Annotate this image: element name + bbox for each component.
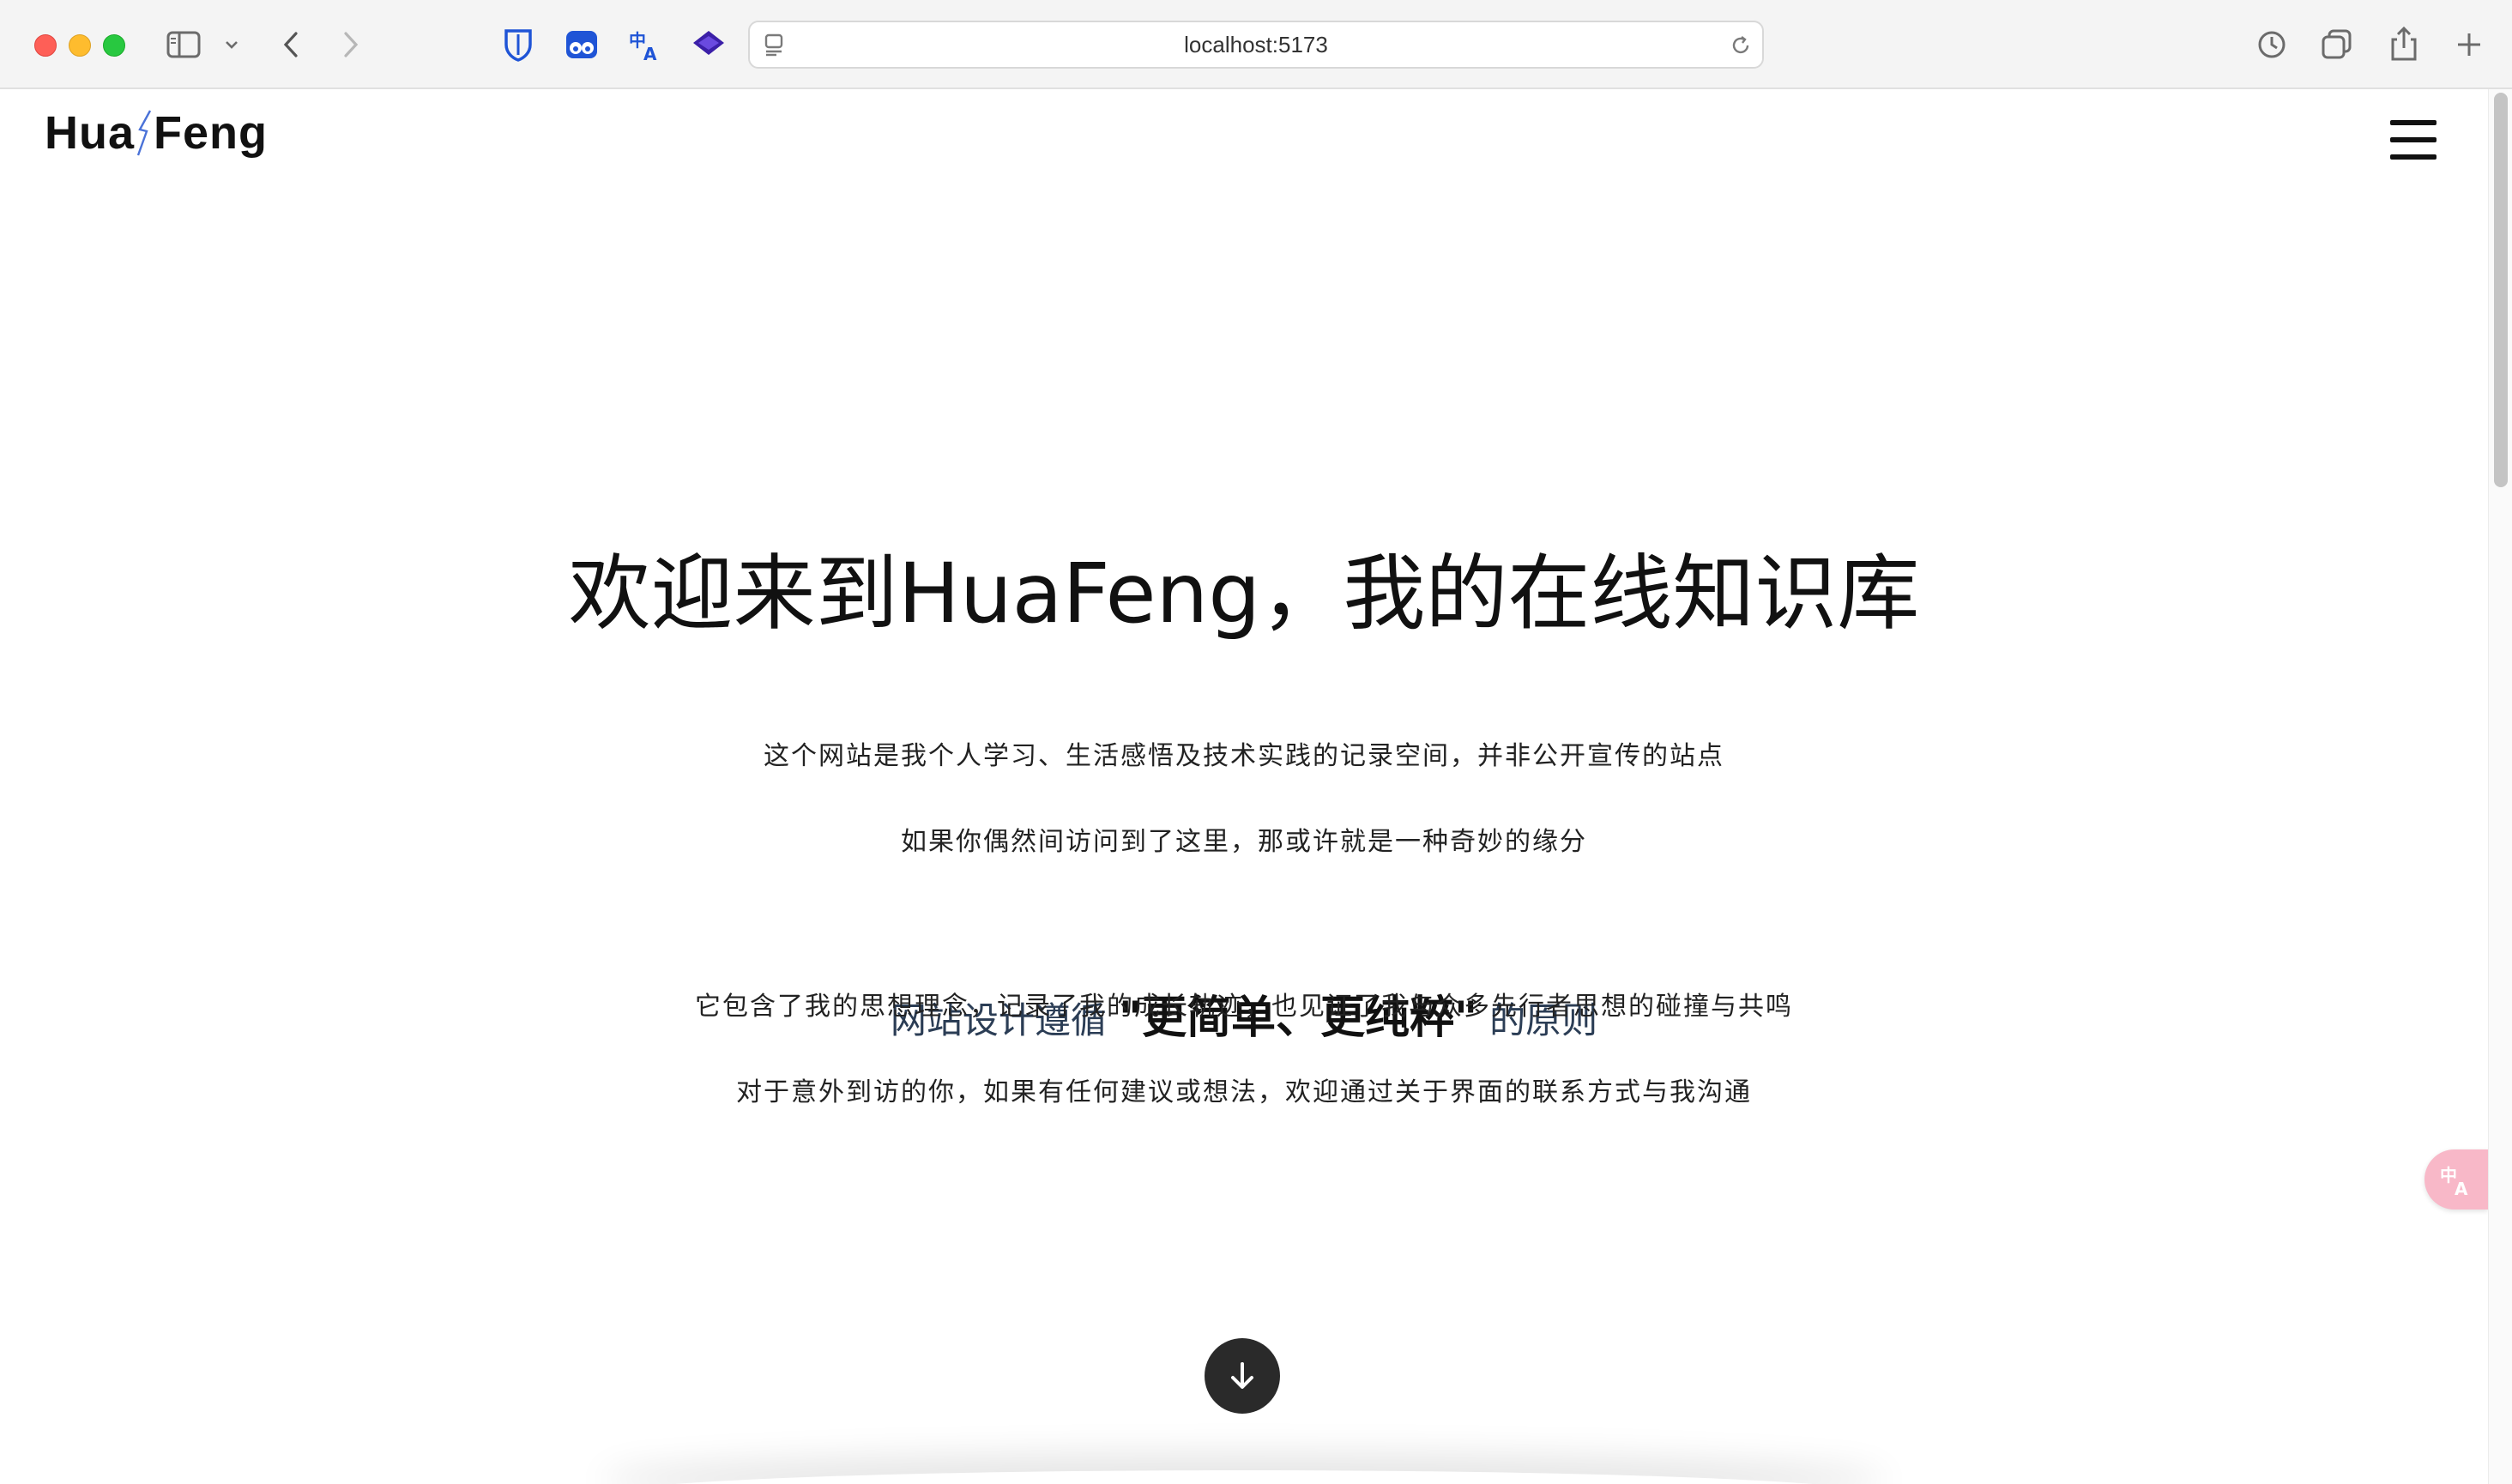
menu-bar-icon <box>2390 154 2437 160</box>
tabs-overview-icon[interactable] <box>2318 26 2356 63</box>
page-content: Hua Feng 欢迎来到HuaFeng，我的在线知识库 这个网站是我个人学习、生… <box>0 89 2488 1484</box>
chevron-down-icon[interactable] <box>221 34 242 55</box>
menu-bar-icon <box>2390 120 2437 125</box>
page-title: 欢迎来到HuaFeng，我的在线知识库 <box>568 546 1920 642</box>
intro-line-1: 这个网站是我个人学习、生活感悟及技术实践的记录空间，并非公开宣传的站点 <box>764 741 1724 771</box>
back-icon[interactable] <box>276 27 305 62</box>
menu-bar-icon <box>2390 137 2437 142</box>
logo-text-left: Hua <box>45 107 136 159</box>
translate-icon[interactable]: 中A <box>626 26 664 63</box>
new-tab-icon[interactable] <box>2450 26 2488 63</box>
floating-translate-button[interactable]: 中A <box>2424 1149 2488 1210</box>
bitwarden-shield-icon[interactable] <box>499 26 537 63</box>
share-icon[interactable] <box>2385 24 2423 63</box>
close-window-button[interactable] <box>34 34 57 57</box>
arrow-down-icon <box>1231 1362 1253 1389</box>
sidebar-icon[interactable] <box>166 29 201 60</box>
address-bar[interactable]: localhost:5173 <box>748 21 1764 69</box>
svg-text:A: A <box>643 44 657 62</box>
svg-text:A: A <box>2455 1179 2468 1197</box>
translate-icon: 中A <box>2440 1165 2468 1197</box>
zoom-window-button[interactable] <box>103 34 125 57</box>
menu-button[interactable] <box>2390 120 2437 160</box>
site-logo[interactable]: Hua Feng <box>45 106 268 160</box>
minimize-window-button[interactable] <box>69 34 91 57</box>
next-section-shadow <box>601 1470 1887 1484</box>
history-icon[interactable] <box>2253 26 2291 63</box>
intro-line-2: 如果你偶然间访问到了这里，那或许就是一种奇妙的缘分 <box>901 827 1587 857</box>
forward-icon[interactable] <box>336 27 365 62</box>
scroll-down-button[interactable] <box>1205 1338 1280 1414</box>
logo-lightning-icon <box>135 107 154 159</box>
scrollbar-thumb[interactable] <box>2494 93 2508 487</box>
intro-line-4: 对于意外到访的你，如果有任何建议或想法，欢迎通过关于界面的联系方式与我沟通 <box>736 1077 1752 1107</box>
url-text: localhost:5173 <box>1184 31 1328 57</box>
extension-eyes-icon[interactable] <box>563 26 601 63</box>
reload-icon[interactable] <box>1728 33 1754 58</box>
logo-text-right: Feng <box>154 107 269 159</box>
page-scrollbar[interactable] <box>2488 89 2512 1484</box>
browser-toolbar: 中A localhost:5173 <box>0 0 2512 89</box>
layers-extension-icon[interactable] <box>690 26 728 63</box>
intro-line-3: 它包含了我的思想理念，记录了我的成长轨迹，也见证了我与众多先行者思想的碰撞与共鸣 <box>695 992 1793 1022</box>
